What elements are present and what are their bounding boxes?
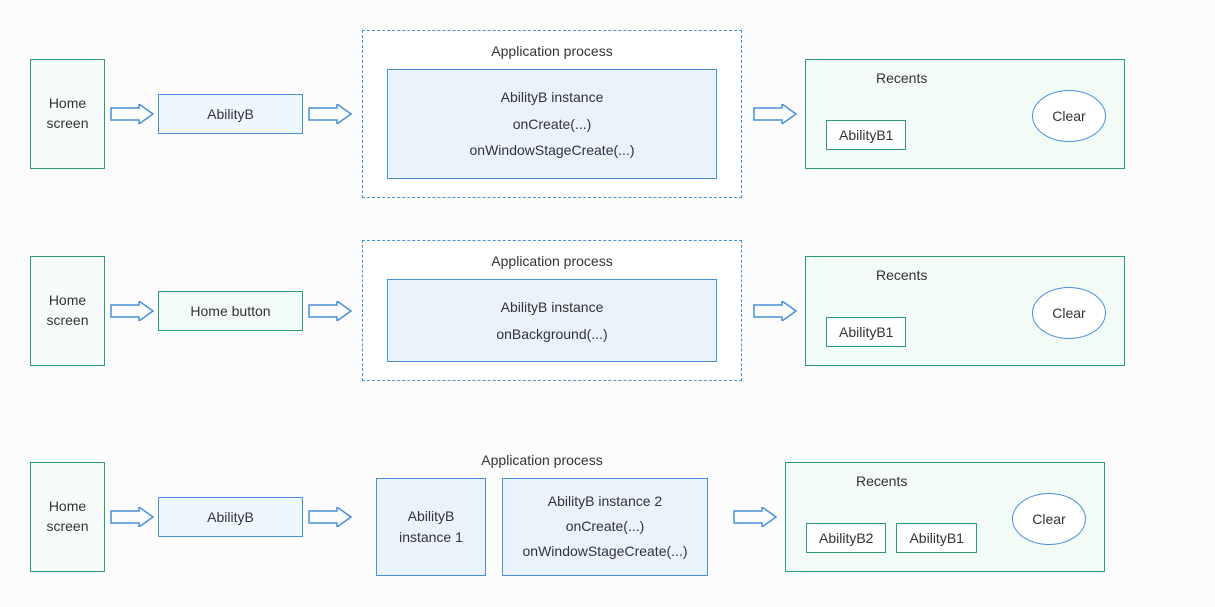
ability-instance-box: AbilityB instance onBackground(...) [387,279,717,362]
clear-button[interactable]: Clear [1012,493,1086,545]
recents-panel: Recents AbilityB1 Clear [805,59,1125,169]
application-process-container: Application process AbilityB instance on… [362,30,742,198]
recents-item[interactable]: AbilityB1 [826,120,906,150]
recents-item[interactable]: AbilityB2 [806,523,886,553]
instance-line: onCreate(...) [513,111,592,138]
recents-items: AbilityB2 AbilityB1 [806,523,977,553]
clear-label: Clear [1052,108,1085,124]
action-ability-b: AbilityB [158,94,303,134]
instance-line: AbilityB instance 1 [383,506,479,548]
arrow-icon [307,507,352,527]
application-process-container: Application process AbilityB instance on… [362,240,742,381]
instance-line: onBackground(...) [496,321,607,348]
recents-title: Recents [876,267,927,283]
recents-panel: Recents AbilityB2 AbilityB1 Clear [785,462,1105,572]
home-screen-box: Home screen [30,462,105,572]
instance-pair: AbilityB instance 1 AbilityB instance 2 … [376,478,708,576]
clear-button[interactable]: Clear [1032,90,1106,142]
home-screen-label: Home screen [31,291,104,330]
ability-instance-box: AbilityB instance onCreate(...) onWindow… [387,69,717,179]
action-label: AbilityB [207,509,254,525]
home-screen-label: Home screen [31,497,104,536]
action-home-button: Home button [158,291,303,331]
recents-items: AbilityB1 [826,120,906,150]
instance-line: onWindowStageCreate(...) [523,539,688,564]
recents-panel: Recents AbilityB1 Clear [805,256,1125,366]
instance-line: AbilityB instance [501,84,604,111]
clear-label: Clear [1032,511,1065,527]
arrow-icon [307,301,352,321]
action-ability-b: AbilityB [158,497,303,537]
action-label: Home button [190,303,270,319]
arrow-icon [307,104,352,124]
recents-item[interactable]: AbilityB1 [896,523,976,553]
flow-row-2: Home screen Home button Application proc… [0,240,1125,381]
process-title: Application process [491,253,612,269]
arrow-icon [109,104,154,124]
flow-row-3: Home screen AbilityB Application process… [0,440,1105,594]
arrow-icon [752,301,797,321]
instance-line: AbilityB instance [501,294,604,321]
process-title: Application process [481,452,602,468]
action-label: AbilityB [207,106,254,122]
ability-instance-1: AbilityB instance 1 [376,478,486,576]
clear-label: Clear [1052,305,1085,321]
ability-instance-2: AbilityB instance 2 onCreate(...) onWind… [502,478,708,576]
recents-item[interactable]: AbilityB1 [826,317,906,347]
home-screen-box: Home screen [30,59,105,169]
arrow-icon [752,104,797,124]
home-screen-label: Home screen [31,94,104,133]
instance-line: AbilityB instance 2 [548,489,662,514]
recents-items: AbilityB1 [826,317,906,347]
process-title: Application process [491,43,612,59]
clear-button[interactable]: Clear [1032,287,1106,339]
recents-title: Recents [876,70,927,86]
arrow-icon [732,507,777,527]
flow-row-1: Home screen AbilityB Application process… [0,30,1125,198]
home-screen-box: Home screen [30,256,105,366]
application-process-container: Application process AbilityB instance 1 … [362,440,722,594]
instance-line: onWindowStageCreate(...) [470,137,635,164]
arrow-icon [109,301,154,321]
recents-title: Recents [856,473,907,489]
arrow-icon [109,507,154,527]
instance-line: onCreate(...) [566,514,645,539]
